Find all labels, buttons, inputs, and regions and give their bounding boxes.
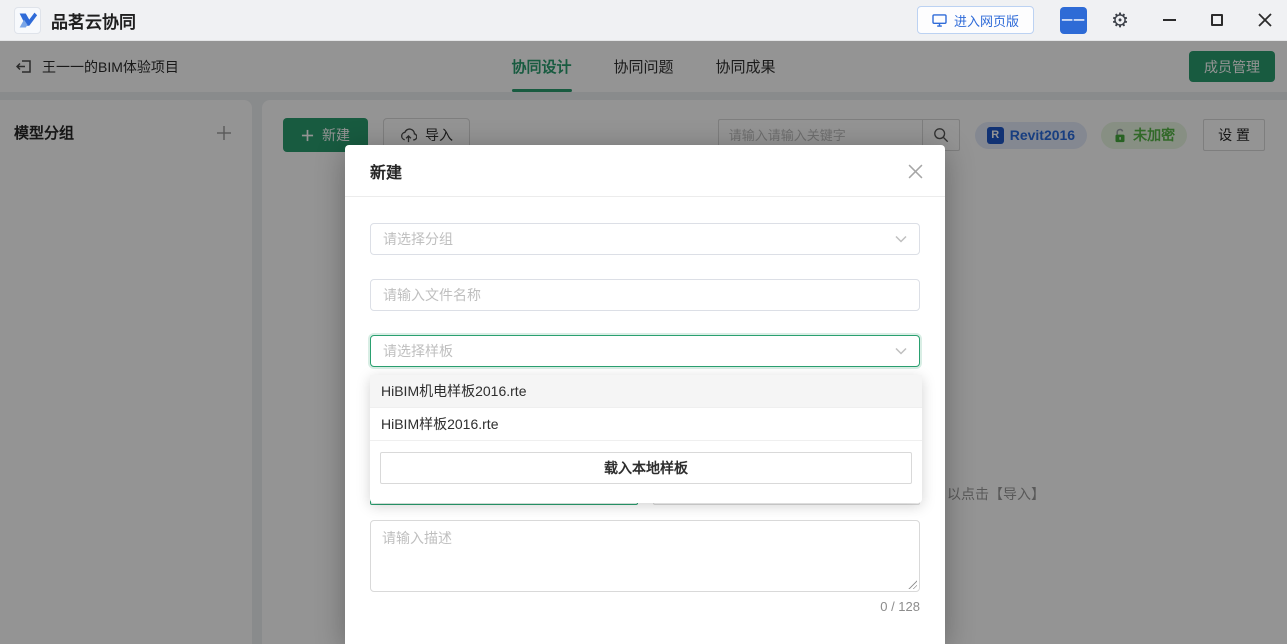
monitor-icon: [932, 14, 947, 27]
user-avatar[interactable]: 一一: [1060, 7, 1087, 34]
template-option-mep[interactable]: HiBIM机电样板2016.rte: [370, 375, 922, 408]
description-field: [370, 520, 920, 592]
new-model-dialog: 新建 请选择分组 请选择样板 HiBIM机电样板2016.rte Hi: [345, 145, 945, 644]
enter-web-version-label: 进入网页版: [954, 11, 1019, 30]
char-counter: 0 / 128: [880, 599, 920, 614]
group-select-placeholder: 请选择分组: [383, 229, 453, 249]
chevron-down-icon: [895, 235, 907, 243]
minimize-icon: [1163, 19, 1176, 21]
window-minimize-button[interactable]: [1161, 12, 1177, 28]
template-select[interactable]: 请选择样板: [370, 335, 920, 367]
app-logo-icon: [14, 7, 41, 34]
close-icon: [1258, 13, 1272, 27]
gear-icon[interactable]: ⚙: [1111, 10, 1129, 30]
description-textarea[interactable]: [370, 520, 920, 592]
group-select[interactable]: 请选择分组: [370, 223, 920, 255]
load-local-template-button[interactable]: 载入本地样板: [380, 452, 912, 484]
template-option-default[interactable]: HiBIM样板2016.rte: [370, 408, 922, 441]
file-name-input[interactable]: [371, 280, 919, 310]
window-close-button[interactable]: [1257, 12, 1273, 28]
app-title: 品茗云协同: [51, 8, 136, 33]
template-dropdown: HiBIM机电样板2016.rte HiBIM样板2016.rte 载入本地样板: [370, 375, 922, 503]
file-name-field: [370, 279, 920, 311]
chevron-down-icon: [895, 347, 907, 355]
window-maximize-button[interactable]: [1209, 12, 1225, 28]
dialog-close-button[interactable]: [903, 159, 927, 183]
maximize-icon: [1211, 14, 1223, 26]
app-titlebar: 品茗云协同 进入网页版 一一 ⚙: [0, 0, 1287, 41]
dialog-title: 新建: [370, 159, 402, 183]
enter-web-version-button[interactable]: 进入网页版: [917, 6, 1034, 34]
template-select-placeholder: 请选择样板: [383, 341, 453, 361]
close-icon: [908, 164, 923, 179]
